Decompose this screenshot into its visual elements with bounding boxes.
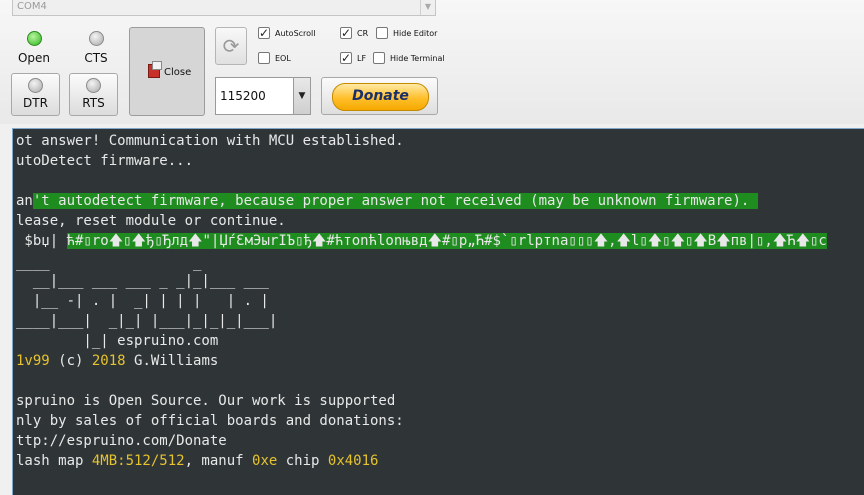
terminal-line: lash map 4MB:512/512, manuf 0xe chip 0x4… — [16, 451, 378, 471]
terminal-text: (c) — [49, 353, 92, 369]
hide-terminal-label: Hide Terminal — [390, 53, 445, 63]
flash-map-value: 4MB:512/512 — [91, 453, 185, 469]
eol-label: EOL — [275, 53, 291, 63]
donate-container: Donate — [321, 77, 438, 115]
port-select[interactable]: COM4 ▼ — [12, 0, 436, 16]
hide-terminal-checkbox[interactable]: Hide Terminal — [373, 52, 445, 64]
ascii-logo-line: ____ _ — [16, 255, 202, 271]
terminal-line: 1v99 (c) 2018 G.Williams — [16, 351, 218, 371]
lf-label: LF — [357, 53, 367, 63]
terminal-text: G.Williams — [125, 353, 219, 369]
terminal-line: utoDetect firmware... — [16, 153, 194, 169]
checkmark-icon: ✓ — [340, 51, 352, 65]
terminal-output[interactable]: ot answer! Communication with MCU establ… — [12, 128, 864, 495]
manuf-value: 0xe — [252, 453, 278, 469]
checkmark-icon: ✓ — [340, 26, 352, 40]
close-label: Close — [164, 67, 192, 78]
dtr-label: DTR — [23, 96, 48, 110]
terminal-line: ot answer! Communication with MCU establ… — [16, 133, 404, 149]
hide-editor-label: Hide Editor — [393, 28, 438, 38]
baud-rate-value: 115200 — [220, 89, 266, 103]
rts-button[interactable]: RTS — [69, 73, 118, 116]
lf-checkbox[interactable]: ✓ LF — [340, 52, 366, 64]
dtr-button[interactable]: DTR — [11, 73, 60, 116]
version-number: 1v99 — [16, 353, 50, 369]
terminal-text: lash map — [16, 453, 92, 469]
close-button[interactable]: Close — [129, 27, 205, 116]
autoscroll-checkbox[interactable]: ✓ AutoScroll — [258, 27, 316, 39]
chevron-down-icon[interactable]: ▼ — [293, 78, 310, 114]
led-icon — [26, 31, 42, 46]
terminal-text: $bџ| — [16, 233, 67, 249]
led-icon — [28, 78, 43, 93]
ascii-logo-line: ____|___| _|_| |___|_|_|_|___| — [16, 313, 278, 329]
cts-indicator: CTS — [73, 28, 119, 68]
port-value: COM4 — [17, 1, 47, 12]
ascii-logo-line: |_| espruino.com — [16, 333, 219, 349]
baud-rate-select[interactable]: 115200 ▼ — [215, 77, 311, 115]
refresh-icon: ⟳ — [222, 34, 240, 58]
toolbar: COM4 ▼ Open CTS DTR RTS Close ⟳ ✓ AutoSc… — [0, 0, 864, 124]
hide-editor-checkbox[interactable]: Hide Editor — [376, 27, 437, 39]
terminal-line: lease, reset module or continue. — [16, 213, 286, 229]
chip-value: 0x4016 — [327, 453, 379, 469]
highlighted-text: 't autodetect firmware, because proper a… — [32, 193, 758, 209]
eol-checkbox[interactable]: EOL — [258, 52, 291, 64]
terminal-text: , manuf — [184, 453, 253, 469]
year-number: 2018 — [91, 353, 126, 369]
terminal-line: spruino is Open Source. Our work is supp… — [16, 393, 396, 409]
open-indicator: Open — [11, 28, 57, 68]
highlighted-text: ћ#▯ro🡅▯🡅ђ▯Ђлд🡅"|ЏѓԐмЭыrІЪ▯ђ🡅#ћтonћlonњвд… — [66, 233, 827, 249]
ascii-logo-line: __|___ ___ ___ _ _|_|___ ___ — [16, 273, 269, 289]
cts-label: CTS — [84, 51, 108, 65]
ascii-logo-line: |__ -| . | _| | | | | . | — [16, 293, 269, 309]
terminal-text: chip — [277, 453, 328, 469]
terminal-text: an — [16, 193, 33, 209]
refresh-button[interactable]: ⟳ — [215, 27, 247, 65]
donate-button[interactable]: Donate — [332, 83, 429, 111]
led-icon — [88, 31, 104, 46]
cr-checkbox[interactable]: ✓ CR — [340, 27, 368, 39]
cr-label: CR — [357, 28, 369, 38]
terminal-line: nly by sales of official boards and dona… — [16, 413, 404, 429]
checkmark-icon: ✓ — [258, 26, 270, 40]
led-icon — [86, 78, 101, 93]
terminal-line: $bџ| ћ#▯ro🡅▯🡅ђ▯Ђлд🡅"|ЏѓԐмЭыrІЪ▯ђ🡅#ћтonћl… — [16, 231, 827, 251]
disconnect-icon — [148, 61, 162, 78]
rts-label: RTS — [82, 96, 105, 110]
autoscroll-label: AutoScroll — [275, 28, 316, 38]
terminal-line: ttp://espruino.com/Donate — [16, 433, 227, 449]
open-label: Open — [17, 51, 51, 65]
chevron-down-icon[interactable]: ▼ — [420, 0, 435, 15]
terminal-line: an't autodetect firmware, because proper… — [16, 191, 758, 211]
